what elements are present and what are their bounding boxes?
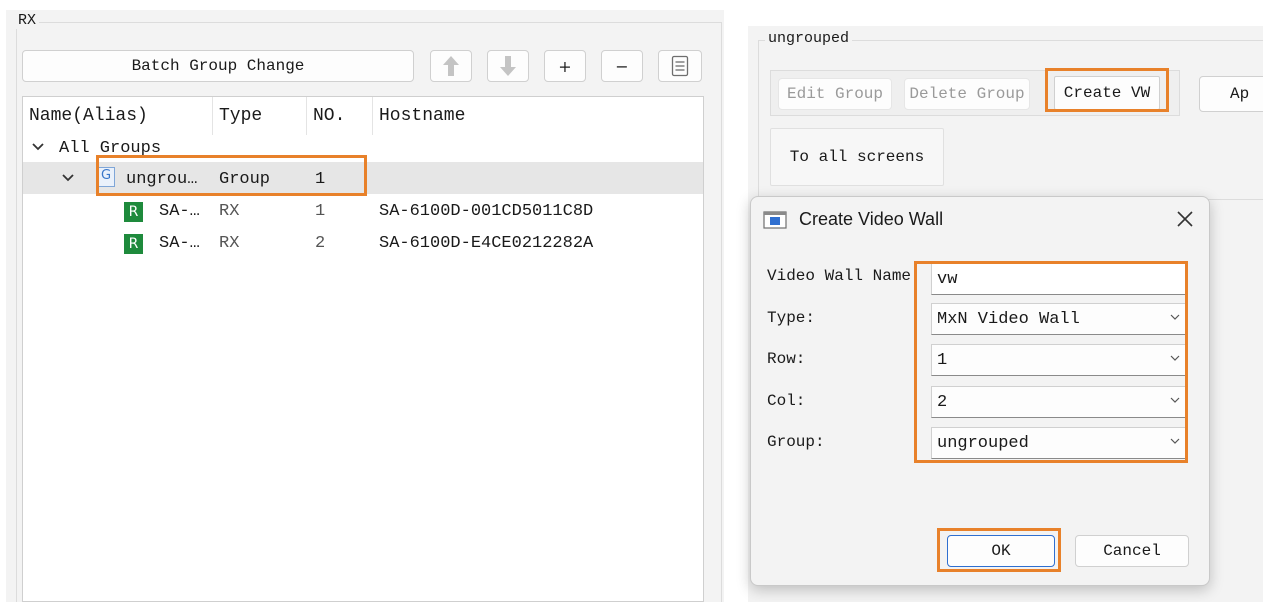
device-name[interactable]: SA-… — [159, 202, 200, 221]
device-type: RX — [219, 202, 240, 221]
video-wall-window-icon — [763, 211, 787, 229]
column-header-type[interactable]: Type — [213, 97, 307, 135]
list-view-button[interactable] — [658, 50, 702, 82]
highlight-ok-button — [937, 528, 1061, 572]
arrow-up-icon — [443, 56, 459, 76]
rx-legend: RX — [15, 12, 40, 29]
column-header-no[interactable]: NO. — [307, 97, 373, 135]
apply-button[interactable]: Ap — [1199, 76, 1263, 112]
row-label: Row: — [767, 350, 806, 368]
edit-group-button[interactable]: Edit Group — [778, 78, 892, 110]
device-hostname: SA-6100D-001CD5011C8D — [379, 202, 594, 221]
move-down-button[interactable] — [487, 50, 529, 82]
chevron-down-icon[interactable] — [62, 173, 74, 183]
device-name[interactable]: SA-… — [159, 234, 200, 253]
rx-badge-icon: R — [124, 234, 143, 254]
close-icon[interactable] — [1175, 209, 1195, 229]
device-type: RX — [219, 234, 240, 253]
highlight-group-row — [96, 155, 367, 196]
group-label: Group: — [767, 433, 825, 451]
move-up-button[interactable] — [430, 50, 472, 82]
remove-button[interactable]: − — [601, 50, 643, 82]
highlight-dialog-fields — [914, 261, 1188, 463]
type-label: Type: — [767, 309, 816, 327]
device-no: 1 — [315, 202, 326, 221]
device-hostname: SA-6100D-E4CE0212282A — [379, 234, 594, 253]
cancel-button[interactable]: Cancel — [1075, 535, 1189, 567]
col-label: Col: — [767, 392, 806, 410]
video-wall-name-label: Video Wall Name: — [767, 267, 921, 285]
rx-badge-icon: R — [124, 202, 143, 222]
delete-group-button[interactable]: Delete Group — [904, 78, 1030, 110]
add-button[interactable]: + — [544, 50, 586, 82]
batch-group-change-button[interactable]: Batch Group Change — [22, 50, 414, 82]
device-no: 2 — [315, 234, 326, 253]
dialog-title: Create Video Wall — [799, 209, 944, 229]
column-header-hostname[interactable]: Hostname — [373, 97, 703, 135]
document-list-icon — [671, 55, 689, 77]
highlight-create-vw — [1045, 68, 1169, 112]
column-header-name[interactable]: Name(Alias) — [23, 97, 213, 135]
to-all-screens-button[interactable]: To all screens — [770, 128, 944, 186]
arrow-down-icon — [500, 56, 516, 76]
chevron-down-icon[interactable] — [32, 142, 44, 152]
group-legend: ungrouped — [765, 30, 853, 47]
